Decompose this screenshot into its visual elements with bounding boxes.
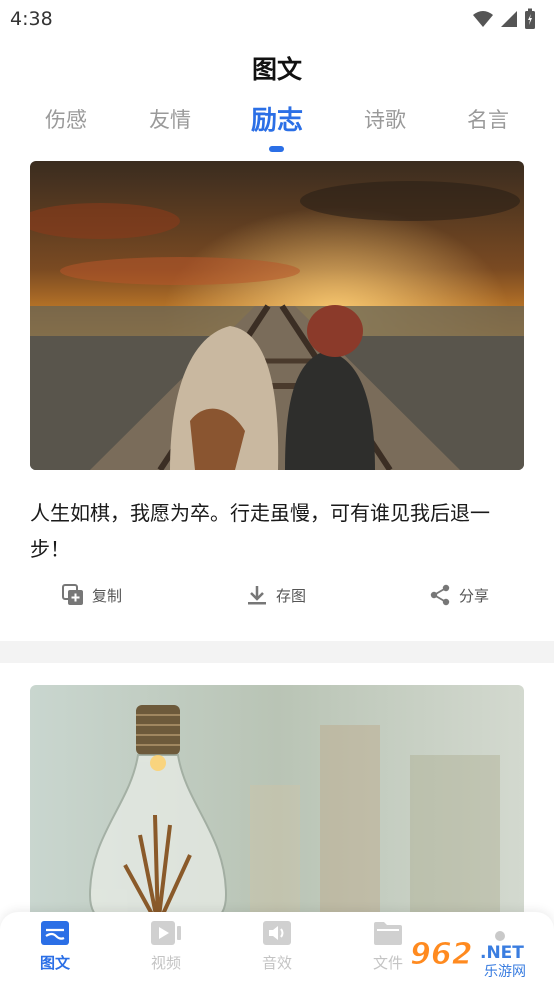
status-time: 4:38	[10, 8, 53, 30]
nav-label-tuwen: 图文	[39, 954, 70, 972]
post-image[interactable]	[30, 161, 524, 470]
video-icon	[151, 921, 181, 945]
svg-text:.NET: .NET	[480, 943, 524, 963]
tab-shige[interactable]: 诗歌	[345, 104, 425, 134]
copy-button[interactable]: 复制	[62, 584, 122, 606]
nav-item-shipin[interactable]: 视频	[131, 920, 201, 973]
tab-youqing[interactable]: 友情	[130, 104, 210, 134]
status-icons	[472, 8, 536, 30]
speaker-icon	[263, 921, 291, 945]
nav-label-shipin: 视频	[150, 954, 181, 972]
post-actions: 复制 存图 分享	[0, 584, 554, 624]
svg-text:962: 962	[410, 937, 473, 972]
tab-mingyan[interactable]: 名言	[448, 104, 528, 134]
folder-icon	[374, 922, 402, 945]
page-title: 图文	[251, 55, 302, 84]
download-icon	[248, 586, 266, 605]
signal-icon	[501, 11, 517, 27]
category-tabs: 伤感 友情 励志 诗歌 名言	[0, 104, 554, 154]
battery-icon	[525, 8, 535, 29]
copy-icon	[62, 584, 83, 605]
tab-shanggan[interactable]: 伤感	[26, 104, 106, 134]
share-icon	[430, 584, 450, 606]
article-icon	[41, 921, 69, 945]
nav-item-tuwen[interactable]: 图文	[20, 920, 90, 973]
status-bar: 4:38	[0, 0, 554, 40]
railway-sunset-illustration	[30, 161, 524, 470]
card-divider	[0, 641, 554, 663]
tab-lizhi[interactable]: 励志	[237, 100, 317, 137]
site-watermark-logo: 962 .NET 乐游网	[408, 930, 548, 980]
post-image[interactable]	[30, 685, 524, 925]
post-text: 人生如棋，我愿为卒。行走虽慢，可有谁见我后退一步！	[30, 501, 490, 561]
copy-label: 复制	[92, 586, 123, 605]
svg-text:乐游网: 乐游网	[484, 964, 526, 980]
lightbulb-plant-illustration	[30, 685, 524, 925]
share-button[interactable]: 分享	[429, 584, 489, 606]
nav-label-yinxiao: 音效	[261, 954, 292, 972]
nav-item-yinxiao[interactable]: 音效	[242, 920, 312, 973]
share-label: 分享	[459, 586, 490, 605]
save-image-label: 存图	[276, 586, 307, 605]
wifi-icon	[473, 11, 493, 27]
save-image-button[interactable]: 存图	[246, 584, 306, 606]
active-tab-indicator	[269, 146, 284, 152]
